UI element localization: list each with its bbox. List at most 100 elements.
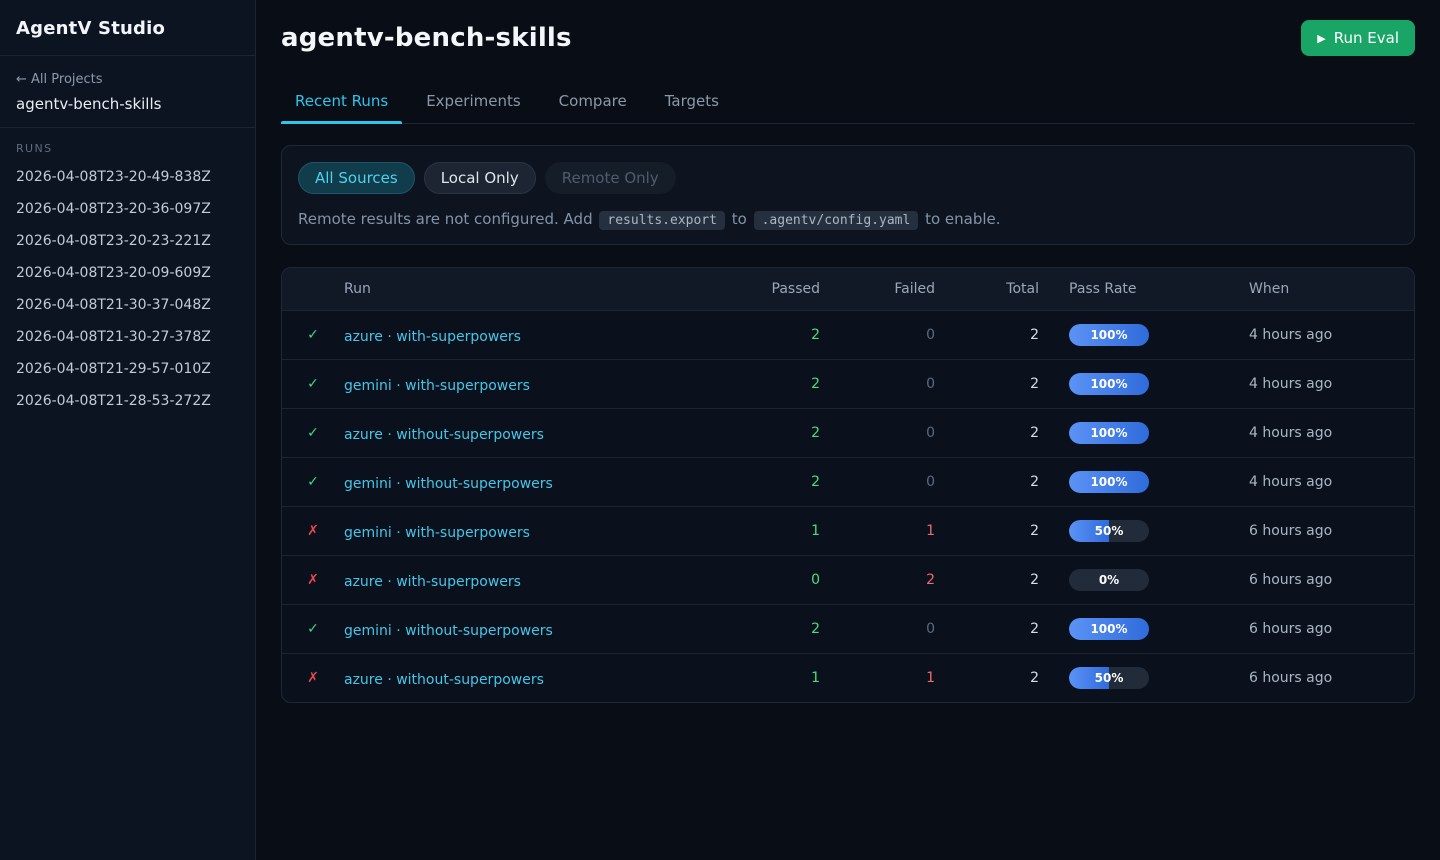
pass-rate-label: 100%: [1069, 324, 1149, 346]
run-link[interactable]: gemini · with-superpowers: [344, 378, 530, 394]
table-row[interactable]: ✓ gemini · without-superpowers 2 0 2 100…: [282, 604, 1414, 653]
sidebar-run-item[interactable]: 2026-04-08T21-30-27-378Z: [16, 321, 239, 353]
sidebar-project-section: ← All Projects agentv-bench-skills: [0, 56, 255, 128]
passed-count: 1: [730, 670, 820, 686]
column-header-passed: Passed: [730, 281, 820, 297]
passed-count: 2: [730, 376, 820, 392]
column-header-total: Total: [935, 281, 1039, 297]
pass-rate-pill: 100%: [1069, 471, 1149, 493]
runs-table: Run Passed Failed Total Pass Rate When ✓…: [281, 267, 1415, 703]
chip-local-only[interactable]: Local Only: [424, 162, 536, 194]
run-link[interactable]: gemini · without-superpowers: [344, 623, 553, 639]
table-row[interactable]: ✗ gemini · with-superpowers 1 1 2 50% 6 …: [282, 506, 1414, 555]
passed-count: 2: [730, 474, 820, 490]
tab-recent-runs[interactable]: Recent Runs: [281, 82, 402, 123]
source-filter-card: All Sources Local Only Remote Only Remot…: [281, 145, 1415, 245]
total-count: 2: [935, 474, 1039, 490]
when-label: 6 hours ago: [1249, 572, 1414, 588]
passed-count: 0: [730, 572, 820, 588]
table-row[interactable]: ✗ azure · without-superpowers 1 1 2 50% …: [282, 653, 1414, 702]
when-label: 6 hours ago: [1249, 670, 1414, 686]
failed-count: 0: [820, 425, 935, 441]
chip-all-sources[interactable]: All Sources: [298, 162, 415, 194]
pass-rate-pill: 100%: [1069, 422, 1149, 444]
tab-bar: Recent Runs Experiments Compare Targets: [281, 82, 1415, 124]
failed-count: 1: [820, 670, 935, 686]
pass-rate-pill: 0%: [1069, 569, 1149, 591]
table-row[interactable]: ✓ gemini · without-superpowers 2 0 2 100…: [282, 457, 1414, 506]
pass-rate-pill: 100%: [1069, 373, 1149, 395]
sidebar-run-item[interactable]: 2026-04-08T23-20-36-097Z: [16, 193, 239, 225]
run-eval-button[interactable]: ▶ Run Eval: [1301, 20, 1415, 56]
when-label: 4 hours ago: [1249, 327, 1414, 343]
run-link[interactable]: azure · with-superpowers: [344, 574, 521, 590]
status-icon: ✓: [282, 474, 344, 490]
status-icon: ✗: [282, 670, 344, 686]
code-config-yaml: .agentv/config.yaml: [754, 211, 919, 230]
page-header: agentv-bench-skills ▶ Run Eval: [281, 20, 1415, 56]
sidebar-run-item[interactable]: 2026-04-08T21-30-37-048Z: [16, 289, 239, 321]
pass-rate-label: 0%: [1069, 569, 1149, 591]
failed-count: 1: [820, 523, 935, 539]
table-row[interactable]: ✗ azure · with-superpowers 0 2 2 0% 6 ho…: [282, 555, 1414, 604]
note-text: Remote results are not configured. Add: [298, 210, 593, 228]
when-label: 4 hours ago: [1249, 474, 1414, 490]
table-row[interactable]: ✓ gemini · with-superpowers 2 0 2 100% 4…: [282, 359, 1414, 408]
failed-count: 0: [820, 474, 935, 490]
failed-count: 2: [820, 572, 935, 588]
code-results-export: results.export: [599, 211, 725, 230]
sidebar-project-name: agentv-bench-skills: [16, 95, 239, 113]
pass-rate-label: 100%: [1069, 373, 1149, 395]
passed-count: 2: [730, 327, 820, 343]
sidebar-run-item[interactable]: 2026-04-08T21-28-53-272Z: [16, 385, 239, 417]
pass-rate-pill: 100%: [1069, 324, 1149, 346]
pass-rate-pill: 50%: [1069, 667, 1149, 689]
app-title: AgentV Studio: [16, 18, 239, 39]
runs-section-label: RUNS: [16, 142, 239, 155]
chip-remote-only[interactable]: Remote Only: [545, 162, 676, 194]
column-header-run: Run: [344, 281, 730, 297]
note-text: to enable.: [925, 210, 1000, 228]
total-count: 2: [935, 327, 1039, 343]
run-link[interactable]: gemini · without-superpowers: [344, 476, 553, 492]
table-row[interactable]: ✓ azure · without-superpowers 2 0 2 100%…: [282, 408, 1414, 457]
sidebar-run-item[interactable]: 2026-04-08T23-20-49-838Z: [16, 161, 239, 193]
run-eval-label: Run Eval: [1334, 29, 1399, 47]
tab-compare[interactable]: Compare: [545, 82, 641, 123]
total-count: 2: [935, 572, 1039, 588]
run-link[interactable]: gemini · with-superpowers: [344, 525, 530, 541]
when-label: 6 hours ago: [1249, 621, 1414, 637]
when-label: 6 hours ago: [1249, 523, 1414, 539]
page-title: agentv-bench-skills: [281, 23, 572, 53]
pass-rate-label: 50%: [1069, 520, 1149, 542]
failed-count: 0: [820, 376, 935, 392]
total-count: 2: [935, 621, 1039, 637]
passed-count: 1: [730, 523, 820, 539]
tab-targets[interactable]: Targets: [651, 82, 733, 123]
status-icon: ✓: [282, 376, 344, 392]
sidebar-run-item[interactable]: 2026-04-08T21-29-57-010Z: [16, 353, 239, 385]
status-icon: ✓: [282, 327, 344, 343]
source-filter-chips: All Sources Local Only Remote Only: [298, 162, 1398, 194]
passed-count: 2: [730, 425, 820, 441]
failed-count: 0: [820, 327, 935, 343]
column-header-failed: Failed: [820, 281, 935, 297]
run-link[interactable]: azure · without-superpowers: [344, 672, 544, 688]
pass-rate-label: 50%: [1069, 667, 1149, 689]
play-icon: ▶: [1317, 33, 1325, 44]
when-label: 4 hours ago: [1249, 376, 1414, 392]
all-projects-link[interactable]: ← All Projects: [16, 72, 103, 87]
sidebar: AgentV Studio ← All Projects agentv-benc…: [0, 0, 256, 860]
tab-experiments[interactable]: Experiments: [412, 82, 534, 123]
run-link[interactable]: azure · with-superpowers: [344, 329, 521, 345]
sidebar-run-item[interactable]: 2026-04-08T23-20-09-609Z: [16, 257, 239, 289]
column-header-pass-rate: Pass Rate: [1039, 281, 1249, 297]
total-count: 2: [935, 376, 1039, 392]
sidebar-run-item[interactable]: 2026-04-08T23-20-23-221Z: [16, 225, 239, 257]
table-header-row: Run Passed Failed Total Pass Rate When: [282, 268, 1414, 310]
when-label: 4 hours ago: [1249, 425, 1414, 441]
table-row[interactable]: ✓ azure · with-superpowers 2 0 2 100% 4 …: [282, 310, 1414, 359]
pass-rate-pill: 100%: [1069, 618, 1149, 640]
status-icon: ✗: [282, 523, 344, 539]
run-link[interactable]: azure · without-superpowers: [344, 427, 544, 443]
